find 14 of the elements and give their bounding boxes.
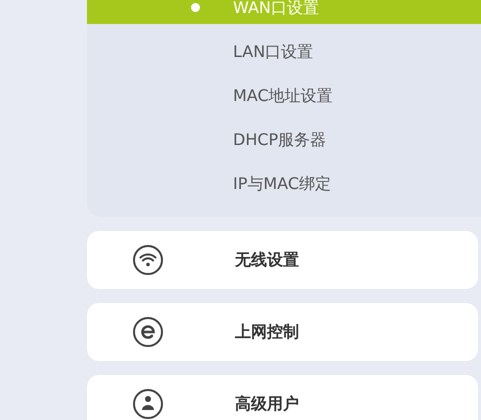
submenu-item[interactable]: LAN口设置 [87,35,481,68]
submenu-item[interactable]: MAC地址设置 [87,79,481,112]
menu-label: 高级用户 [235,393,299,415]
submenu-item[interactable]: DHCP服务器 [87,123,481,156]
menu-item[interactable]: 上网控制 [87,303,478,361]
user-icon [132,388,164,420]
menu-label: 无线设置 [235,249,299,271]
menu-item[interactable]: 高级用户 [87,375,478,420]
submenu-item[interactable]: IP与MAC绑定 [87,167,481,200]
internet-icon [132,316,164,348]
wifi-icon [132,244,164,276]
bullet-icon [191,3,200,12]
menu-label: 上网控制 [235,321,299,343]
menu-item[interactable]: 无线设置 [87,231,478,289]
